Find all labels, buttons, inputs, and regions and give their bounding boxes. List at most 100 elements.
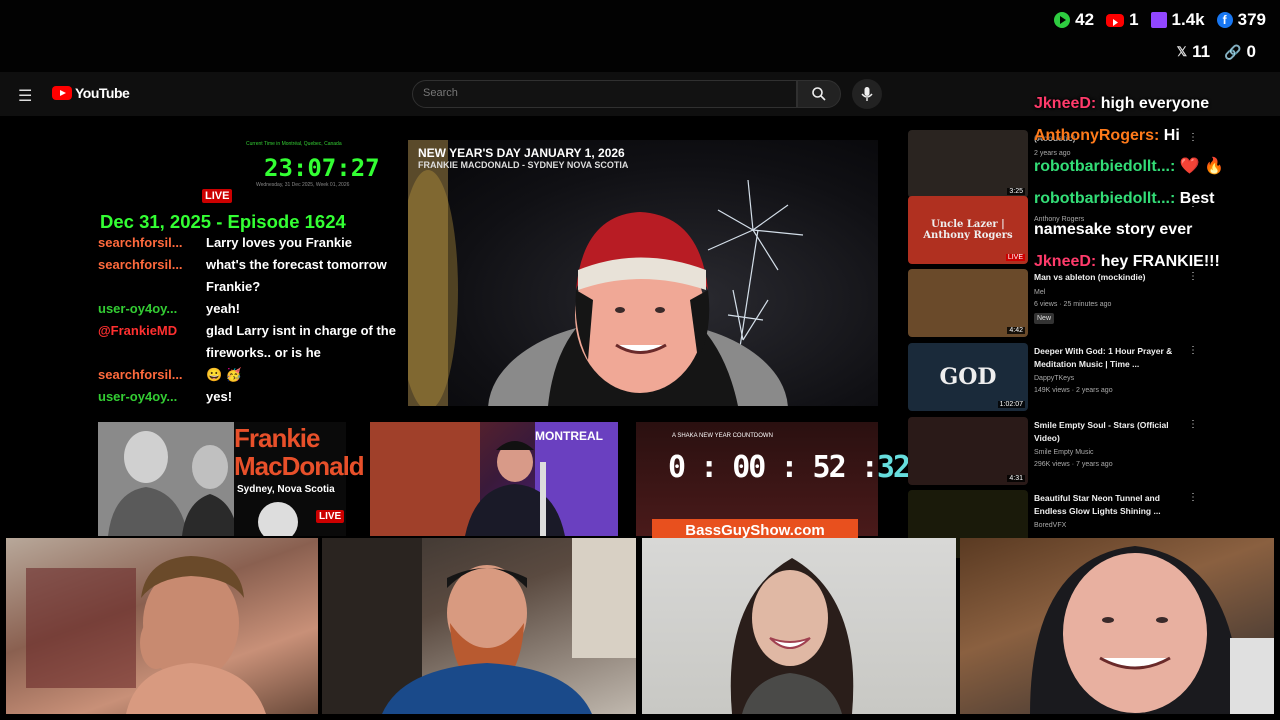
overlay-chat-message: AnthonyRogers: Hi [1034,120,1274,152]
webcam-1 [6,538,318,714]
clock-location: Current Time in Montréal, Quebec, Canada [246,141,342,147]
stream-chat-message: user-oy4oy... yes! [98,386,398,408]
voice-search-button[interactable] [852,79,882,109]
search-input[interactable]: Search [412,80,797,108]
video-title[interactable]: Smile Empty Soul - Stars (Official Video… [1034,419,1184,445]
chat-username: @FrankieMD [98,323,178,338]
video-stats: 6 views · 25 minutes ago [1034,301,1112,308]
stream-chat: searchforsil... Larry loves you Frankie se… [98,232,398,408]
video-title[interactable]: Beautiful Star Neon Tunnel and Endless G… [1034,492,1184,518]
menu-icon[interactable]: ☰ [18,86,32,106]
video-duration: 4:42 [1007,327,1025,334]
episode-title: Dec 31, 2025 - Episode 1624 [100,211,346,232]
rumble-count: 42 [1075,10,1095,29]
chat-message-text: Larry loves you Frankie [206,235,352,250]
webcam-2 [322,538,636,714]
video-duration: 1:02:07 [997,401,1025,408]
fireworks-scene [408,140,804,406]
stream-chat-message: searchforsil... 😀 🥳 [98,364,398,386]
search-icon [812,87,826,101]
chat-username: user-oy4oy... [98,301,178,316]
more-options-icon[interactable]: ⋮ [1188,419,1198,430]
overlay-chat-text: ❤️ 🔥 [1179,158,1225,175]
facebook-icon: f [1216,12,1233,28]
more-options-icon[interactable]: ⋮ [1188,492,1198,503]
main-video-subtitle: FRANKIE MACDONALD - SYDNEY NOVA SCOTIA [418,160,629,170]
mic-icon [861,87,873,101]
recommended-video[interactable]: 4:42 Man vs ableton (mockindie) Mel 6 views… [908,269,1268,339]
link-stat: 🔗 0 [1224,42,1256,62]
clock-time: 23:07:27 [264,154,380,182]
rumble-stat: 42 [1054,10,1094,30]
chat-message-text: what's the forecast tomorrow Frankie? [206,257,387,294]
chat-username: searchforsil... [98,257,183,272]
frankie-location: Sydney, Nova Scotia [237,484,335,495]
overlay-chat-message: robotbarbiedollt...: ❤️ 🔥 [1034,151,1274,183]
chat-message-text: 😀 🥳 [206,367,242,382]
twitch-stat: 1.4k [1150,10,1205,30]
youtube-logo[interactable]: YouTube [52,85,130,101]
video-thumbnail[interactable]: GOD 1:02:07 [908,343,1028,411]
video-stats: 296K views · 7 years ago [1034,461,1113,468]
youtube-play-icon [52,86,72,100]
viewer-stats: 42 1 1.4k f 379 [1054,10,1266,30]
countdown-seconds: 32 [876,450,911,485]
overlay-chat-message: robotbarbiedollt...: Best namesake story… [1034,183,1274,246]
webcam-4 [960,538,1274,714]
video-channel[interactable]: Smile Empty Music [1034,447,1094,458]
viewer-stats-secondary: 𝕏 11 🔗 0 [1177,42,1256,62]
clock-date: Wednesday, 31 Dec 2025, Week 01, 2026 [256,182,350,188]
main-video-title: NEW YEAR'S DAY JANUARY 1, 2026 [418,146,625,160]
youtube-logo-text: YouTube [75,85,130,101]
chat-username: searchforsil... [98,367,183,382]
overlay-chat-username: JkneeD: [1034,252,1097,270]
recommended-video[interactable]: 4:31 Smile Empty Soul - Stars (Official V… [908,417,1268,487]
overlay-chat-text: Hi [1163,126,1180,144]
overlay-chat-message: JkneeD: hey FRANKIE!!! [1034,246,1274,278]
overlay-chat: JkneeD: high everyone AnthonyRogers: Hi ro… [1034,88,1274,277]
montreal-label: MONTREAL [535,429,603,443]
video-thumbnail[interactable]: Uncle Lazer | Anthony Rogers LIVE [908,196,1028,264]
chat-message-text: yes! [206,389,233,404]
more-options-icon[interactable]: ⋮ [1188,345,1198,356]
video-thumbnail[interactable]: 3:25 [908,130,1028,198]
live-badge: LIVE [202,189,233,203]
overlay-chat-username: JkneeD: [1034,95,1097,112]
video-thumbnail[interactable]: 4:42 [908,269,1028,337]
main-video-feed: NEW YEAR'S DAY JANUARY 1, 2026 FRANKIE M… [408,140,878,406]
webcam-4-scene [1030,546,1274,714]
x-stat: 𝕏 11 [1177,42,1210,62]
stream-chat-message: @FrankieMD glad Larry isnt in charge of t… [98,320,398,364]
chat-message-text: glad Larry isnt in charge of the firewor… [206,323,396,360]
overlay-chat-text: high everyone [1100,95,1210,112]
chat-username: searchforsil... [98,235,183,250]
webcam-1-scene [26,556,266,714]
overlay-chat-username: robotbarbiedollt...: [1034,189,1176,207]
video-thumbnail[interactable]: 4:31 [908,417,1028,485]
twitch-count: 1.4k [1171,10,1205,29]
link-icon: 🔗 [1224,43,1242,60]
video-duration: 4:31 [1007,475,1025,482]
video-duration: 3:25 [1007,188,1025,195]
video-channel[interactable]: Mel [1034,287,1045,298]
youtube-count: 1 [1129,10,1139,29]
recommended-video[interactable]: GOD 1:02:07 Deeper With God: 1 Hour Prayer… [908,343,1268,413]
chat-username: user-oy4oy... [98,389,178,404]
youtube-icon [1106,13,1125,27]
facebook-stat: f 379 [1216,10,1266,30]
live-badge-small: LIVE [316,510,345,523]
video-title[interactable]: Deeper With God: 1 Hour Prayer & Meditat… [1034,345,1184,371]
overlay-chat-username: robotbarbiedollt...: [1034,158,1176,175]
video-channel[interactable]: DappyTKeys [1034,373,1074,384]
twitch-icon [1150,12,1167,28]
webcam-3 [642,538,956,714]
overlay-chat-username: AnthonyRogers: [1034,126,1160,144]
search-button[interactable] [797,80,841,108]
video-channel[interactable]: BoredVFX [1034,520,1066,531]
stream-chat-message: searchforsil... what's the forecast tomor… [98,254,398,298]
countdown-label: A SHAKA NEW YEAR COUNTDOWN [672,433,773,439]
facebook-count: 379 [1237,10,1266,29]
video-stats: 149K views · 2 years ago [1034,387,1113,394]
bass-guy-banner: BassGuyShow.com [652,519,858,539]
frankie-title: Frankie MacDonald [234,423,365,481]
